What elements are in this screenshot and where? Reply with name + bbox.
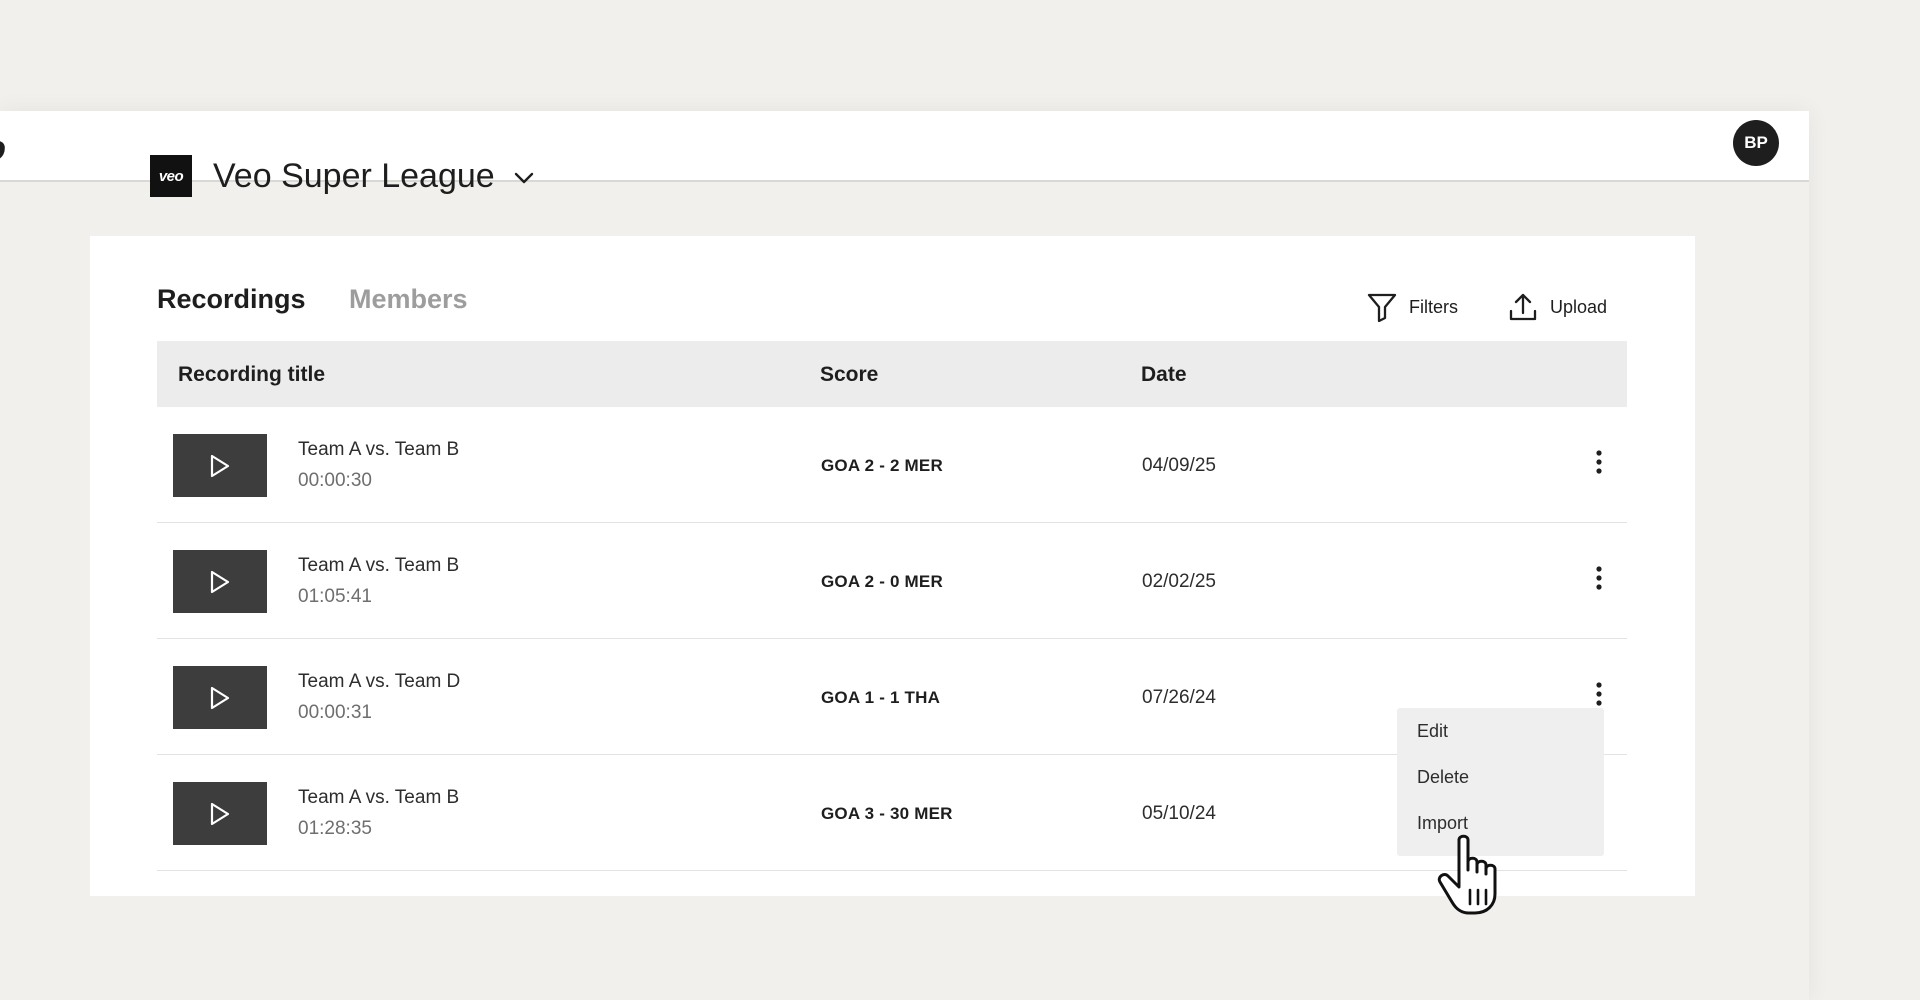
play-icon <box>210 454 230 477</box>
recording-title[interactable]: Team A vs. Team D <box>298 671 460 693</box>
play-button[interactable] <box>173 666 267 729</box>
hand-pointer-cursor-icon <box>1437 834 1497 915</box>
league-logo: veo <box>150 155 192 197</box>
column-header-date[interactable]: Date <box>1141 363 1187 387</box>
tab-recordings[interactable]: Recordings <box>157 284 306 315</box>
app-logo[interactable]: o <box>0 127 6 169</box>
recording-duration: 01:05:41 <box>298 586 372 607</box>
recording-date: 02/02/25 <box>1142 571 1216 592</box>
upload-label: Upload <box>1550 296 1608 317</box>
user-avatar[interactable]: BP <box>1733 120 1779 166</box>
play-button[interactable] <box>173 782 267 845</box>
play-icon <box>210 570 230 593</box>
more-options-icon[interactable] <box>1584 447 1614 477</box>
recording-title[interactable]: Team A vs. Team B <box>298 787 459 809</box>
upload-button[interactable]: Upload <box>1508 292 1607 322</box>
filters-button[interactable]: Filters <box>1367 292 1458 322</box>
recording-score: GOA 1 - 1 THA <box>821 688 941 707</box>
more-options-icon[interactable] <box>1584 563 1614 593</box>
recording-duration: 00:00:30 <box>298 470 372 491</box>
recording-title[interactable]: Team A vs. Team B <box>298 555 459 577</box>
recording-score: GOA 3 - 30 MER <box>821 804 953 823</box>
play-icon <box>210 686 230 709</box>
play-button[interactable] <box>173 550 267 613</box>
chevron-down-icon[interactable] <box>514 168 534 188</box>
upload-icon <box>1509 293 1537 321</box>
recording-score: GOA 2 - 0 MER <box>821 572 943 591</box>
table-row[interactable]: Team A vs. Team B 00:00:30 GOA 2 - 2 MER… <box>157 407 1627 523</box>
league-title[interactable]: Veo Super League <box>213 157 495 196</box>
menu-item-edit[interactable]: Edit <box>1397 718 1604 764</box>
column-header-score[interactable]: Score <box>820 363 878 387</box>
recording-date: 05/10/24 <box>1142 803 1216 824</box>
column-header-title[interactable]: Recording title <box>178 363 325 387</box>
recording-title[interactable]: Team A vs. Team B <box>298 439 459 461</box>
filters-label: Filters <box>1409 296 1458 317</box>
league-header: veo Veo Super League <box>150 155 534 197</box>
recording-score: GOA 2 - 2 MER <box>821 456 943 475</box>
tab-members[interactable]: Members <box>349 284 468 315</box>
play-icon <box>210 802 230 825</box>
more-options-icon[interactable] <box>1584 679 1614 709</box>
recording-date: 04/09/25 <box>1142 455 1216 476</box>
recording-duration: 01:28:35 <box>298 818 372 839</box>
recording-date: 07/26/24 <box>1142 687 1216 708</box>
menu-item-delete[interactable]: Delete <box>1397 764 1604 810</box>
filter-icon <box>1367 293 1397 322</box>
table-header: Recording title Score Date <box>157 341 1627 407</box>
table-row[interactable]: Team A vs. Team B 01:05:41 GOA 2 - 0 MER… <box>157 523 1627 639</box>
recording-duration: 00:00:31 <box>298 702 372 723</box>
play-button[interactable] <box>173 434 267 497</box>
